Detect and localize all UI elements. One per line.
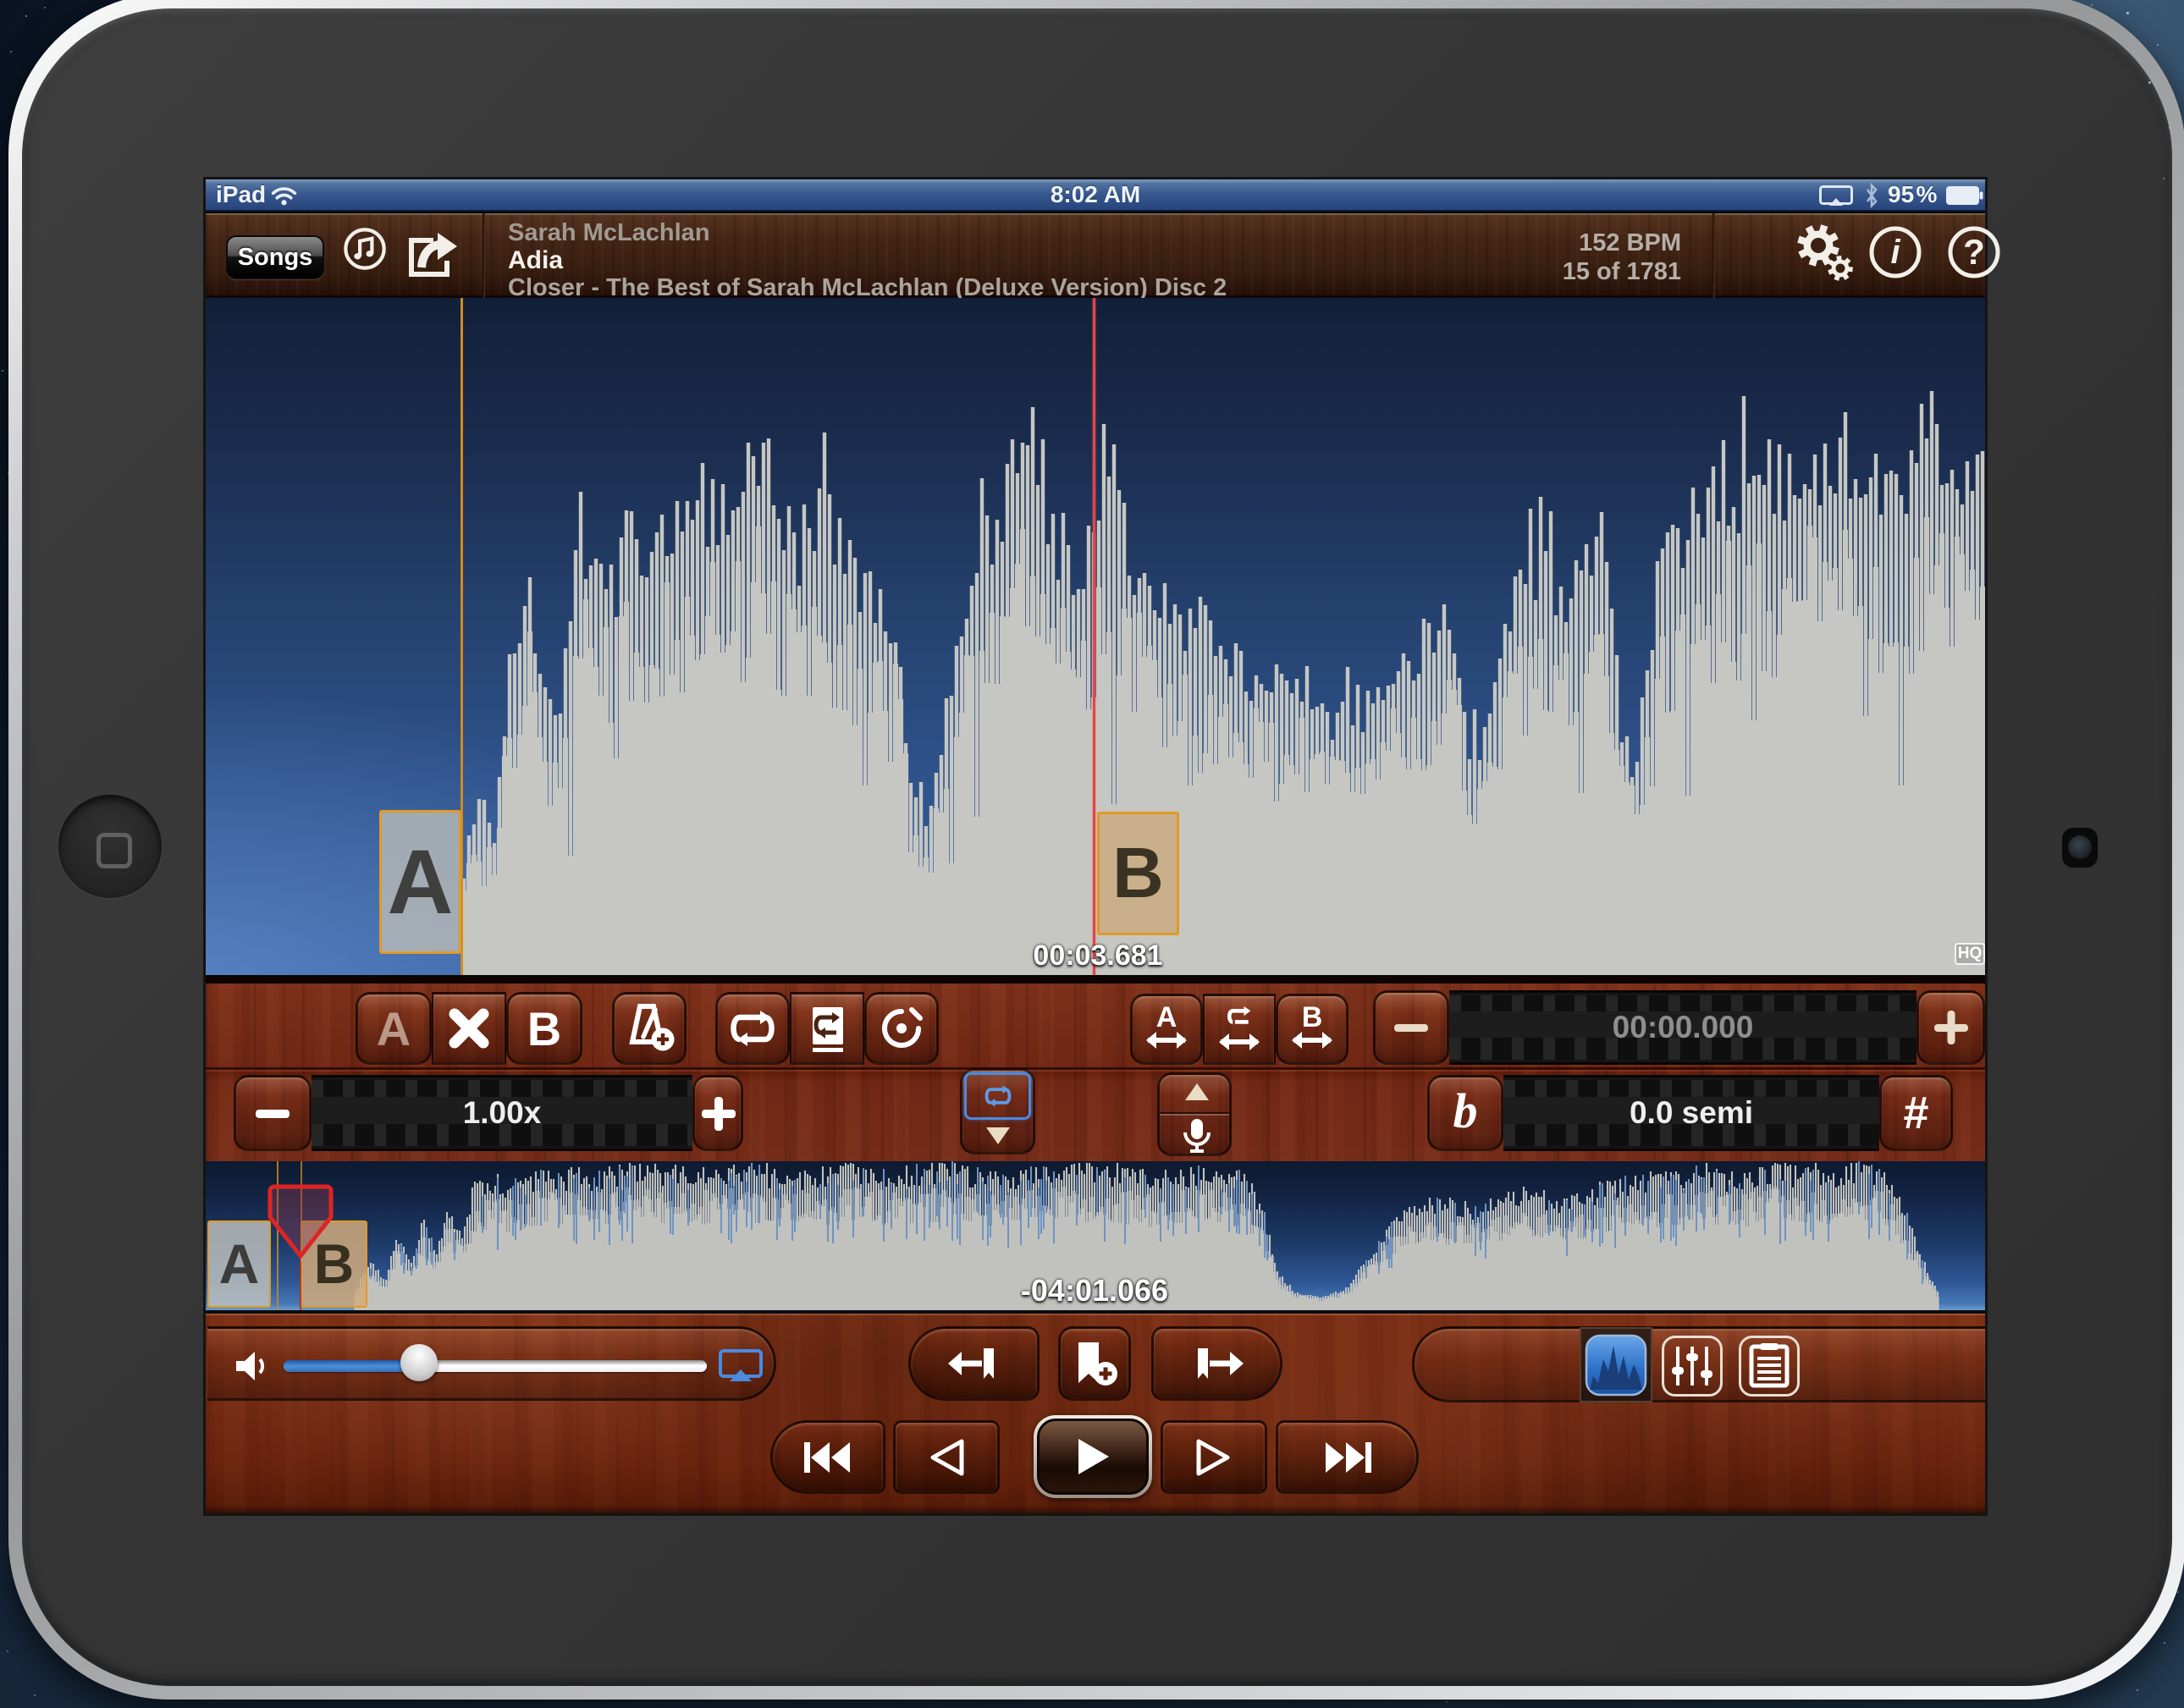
svg-text:i: i bbox=[1890, 234, 1900, 271]
svg-text:B: B bbox=[1302, 1006, 1323, 1033]
svg-text:?: ? bbox=[1963, 232, 1985, 272]
svg-text:A: A bbox=[1156, 1006, 1177, 1033]
